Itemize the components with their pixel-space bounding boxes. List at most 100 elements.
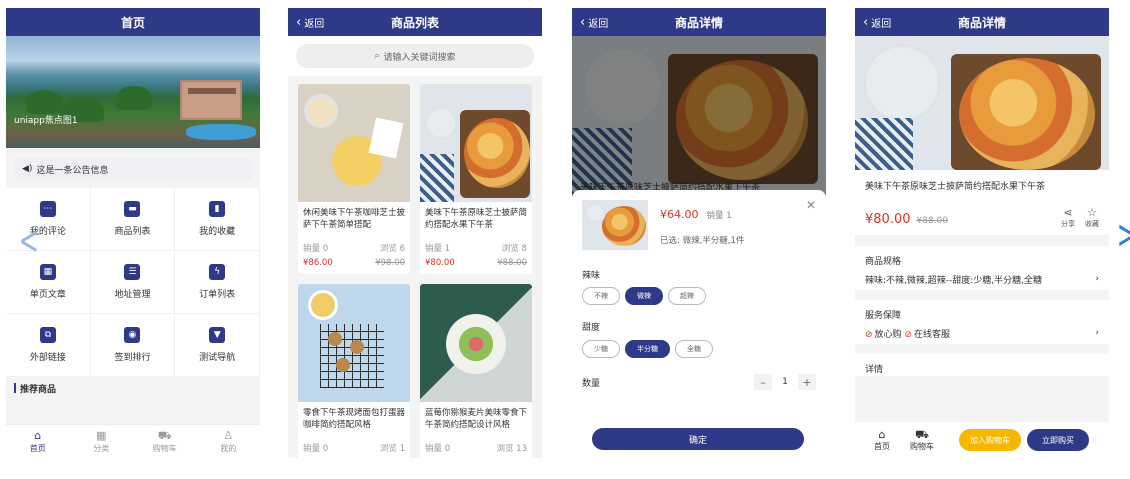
cart-icon: ⛟: [157, 428, 172, 442]
price-bar: ¥80.00 ¥88.00 ⋖ 分享 ☆ 收藏: [855, 196, 1109, 236]
plus-button[interactable]: +: [798, 374, 816, 390]
user-icon: ♙: [223, 428, 234, 442]
option-chip[interactable]: 少糖: [582, 340, 620, 358]
sweet-label: 甜度: [582, 323, 601, 333]
favorite-button[interactable]: ☆ 收藏: [1085, 207, 1099, 229]
tab-label: 购物车: [152, 443, 177, 453]
speaker-icon: ◀): [22, 164, 33, 174]
detail-block: 详情: [855, 354, 1109, 376]
article-icon: ▦: [39, 264, 56, 280]
tab-bar: ⌂ 首页 ▦ 分类 ⛟ 购物车 ♙ 我的: [6, 424, 260, 458]
sku-thumbnail: [582, 200, 648, 250]
banner-caption: uniapp焦点图1: [14, 116, 78, 126]
cart-button[interactable]: ⛟ 购物车: [905, 429, 939, 452]
product-title: 美味下午茶原味芝士披萨简约搭配水果下午茶: [865, 182, 1046, 192]
product-card[interactable]: 休闲美味下午茶咖啡芝士披萨下午茶简单搭配 销量 0 浏览 6 ¥86.00 ¥98.…: [298, 84, 410, 274]
product-card[interactable]: 美味下午茶原味芝士披萨简约搭配水果下午茶 销量 1 浏览 8 ¥80.00 ¥88.…: [420, 84, 532, 274]
minus-button[interactable]: –: [754, 374, 772, 390]
menu-item[interactable]: ▼ 测试导航: [175, 314, 260, 377]
search-bar: ⌕ 请输入关键词搜索: [288, 36, 542, 76]
banner-building: [180, 80, 242, 120]
banner-carousel[interactable]: uniapp焦点图1: [6, 36, 260, 148]
quantity-stepper: – 1 +: [754, 374, 816, 390]
share-button[interactable]: ⋖ 分享: [1061, 207, 1075, 229]
plate-art: [584, 202, 606, 224]
option-chip[interactable]: 半分糖: [625, 340, 670, 358]
comment-icon: ⋯: [39, 201, 56, 217]
menu-item[interactable]: ϟ 订单列表: [175, 251, 260, 314]
tab-item[interactable]: ⌂ 首页: [6, 425, 70, 458]
sold-count: 销量 0: [425, 444, 451, 454]
plate-art: [863, 44, 941, 122]
spec-row: 辣味:不辣,微辣,超辣--甜度:少糖,半分糖,全糖 ›: [865, 274, 1099, 286]
menu-item[interactable]: ⧉ 外部链接: [6, 314, 91, 377]
option-chip[interactable]: 不辣: [582, 287, 620, 305]
sku-sheet: ✕ ¥64.00 销量 1 已选: 微辣,半分糖,1件 辣味 不辣 微辣 超辣 甜度 …: [572, 190, 826, 458]
home-screen: 首页 uniapp焦点图1 ◀) 这是一条公告信息 ⋯ 我的评论 ▬ 商品列表 ▮ …: [6, 8, 260, 458]
category-icon: ▦: [96, 428, 107, 442]
chevron-right-icon: ›: [1095, 328, 1099, 338]
service-block[interactable]: 服务保障 ⊘ 放心购 ⊘ 在线客服 ›: [855, 300, 1109, 344]
search-icon: ⌕: [374, 51, 380, 61]
nav-bar: ‹ 返回 商品详情: [572, 8, 826, 36]
menu-item-label: 签到排行: [114, 353, 151, 363]
spec-block[interactable]: 商品规格 辣味:不辣,微辣,超辣--甜度:少糖,半分糖,全糖 ›: [855, 246, 1109, 290]
price: ¥80.00: [865, 212, 911, 227]
product-list-screen: ‹ 返回 商品列表 ⌕ 请输入关键词搜索 休闲美味下午茶咖啡芝士披萨下午茶简单搭配…: [288, 8, 542, 458]
menu-item[interactable]: ▮ 我的收藏: [175, 188, 260, 251]
location-icon: ◉: [124, 327, 141, 343]
compass-icon: ▼: [209, 327, 226, 343]
check-circle-icon: ⊘: [865, 329, 873, 340]
view-count: 浏览 6: [379, 244, 405, 254]
view-count: 浏览 13: [496, 444, 527, 454]
view-count: 浏览 1: [379, 444, 405, 454]
notice-bar[interactable]: ◀) 这是一条公告信息: [14, 158, 252, 180]
search-input[interactable]: ⌕ 请输入关键词搜索: [296, 44, 534, 68]
pizza-art: [602, 206, 646, 246]
tab-item[interactable]: ⛟ 购物车: [133, 425, 197, 458]
original-price: ¥88.00: [916, 216, 949, 226]
menu-item[interactable]: ☰ 地址管理: [90, 251, 176, 314]
home-icon: ⌂: [34, 428, 42, 442]
menu-item-label: 地址管理: [114, 290, 151, 300]
cart-icon: ⛟: [915, 427, 929, 441]
spicy-options: 不辣 微辣 超辣: [582, 287, 706, 305]
notice-text: 这是一条公告信息: [36, 165, 109, 176]
tab-label: 我的: [220, 443, 237, 453]
pizza-art: [959, 58, 1095, 170]
home-icon: ⌂: [878, 427, 886, 441]
carousel-prev-icon[interactable]: <: [19, 218, 39, 264]
product-title: 蓝莓你猕猴麦片美味零食下午茶简约搭配设计风格: [425, 408, 528, 430]
menu-item-label: 单页文章: [29, 290, 66, 300]
chevron-right-icon: ›: [1095, 274, 1099, 284]
menu-item[interactable]: ▬ 商品列表: [90, 188, 176, 251]
option-chip[interactable]: 微辣: [625, 287, 663, 305]
sold-count: 销量 0: [303, 444, 329, 454]
back-button[interactable]: ‹ 返回: [296, 8, 324, 36]
price: ¥86.00: [303, 258, 333, 268]
address-icon: ☰: [124, 264, 141, 280]
option-chip[interactable]: 全糖: [675, 340, 713, 358]
tab-item[interactable]: ▦ 分类: [70, 425, 134, 458]
carousel-next-icon[interactable]: >: [1117, 212, 1130, 258]
home-button[interactable]: ⌂ 首页: [865, 429, 899, 452]
product-card[interactable]: 蓝莓你猕猴麦片美味零食下午茶简约搭配设计风格 销量 0 浏览 13: [420, 284, 532, 458]
buy-now-button[interactable]: 立即购买: [1027, 429, 1089, 451]
menu-item[interactable]: ◉ 签到排行: [90, 314, 176, 377]
close-icon[interactable]: ✕: [806, 198, 816, 212]
product-card[interactable]: 零食下午茶现烤面包打蛋器咖啡简约搭配风格 销量 0 浏览 1: [298, 284, 410, 458]
order-icon: ϟ: [209, 264, 226, 280]
confirm-button[interactable]: 确定: [592, 428, 804, 450]
tab-item[interactable]: ♙ 我的: [197, 425, 261, 458]
tab-label: 首页: [29, 443, 46, 453]
add-to-cart-button[interactable]: 加入购物车: [959, 429, 1021, 451]
back-button[interactable]: ‹ 返回: [580, 8, 608, 36]
product-title: 美味下午茶原味芝士披萨简约搭配水果下午茶: [425, 208, 528, 230]
banner-tree: [26, 90, 62, 114]
qty-label: 数量: [582, 379, 601, 389]
option-chip[interactable]: 超辣: [668, 287, 706, 305]
product-info: 美味下午茶原味芝士披萨简约搭配水果下午茶 ¥80.00 ¥88.00 ⋖ 分享 ☆ 收…: [855, 170, 1109, 236]
back-button[interactable]: ‹ 返回: [863, 8, 891, 36]
quantity-value[interactable]: 1: [772, 377, 798, 387]
product-thumbnail: [298, 284, 410, 402]
